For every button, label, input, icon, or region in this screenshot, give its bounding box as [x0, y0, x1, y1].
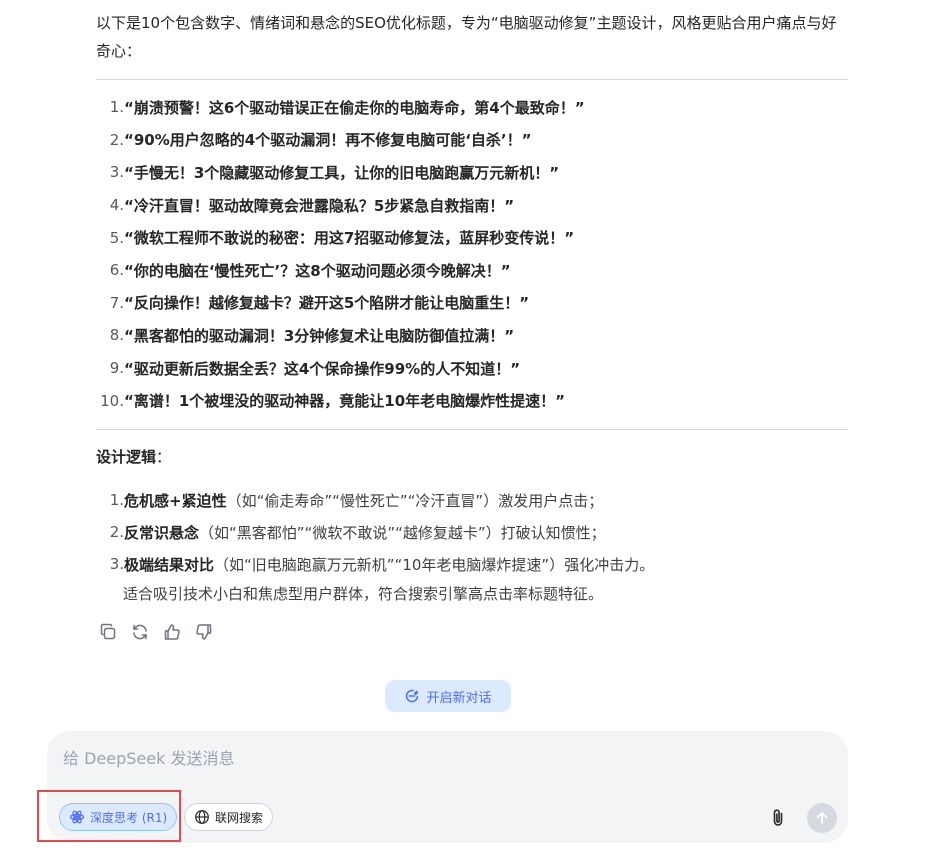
- list-item: 9. “驱动更新后数据全丢？这4个保命操作99%的人不知道！”: [96, 352, 848, 385]
- logic-heading-text: 设计逻辑: [96, 448, 157, 466]
- list-item: 4. “冷汗直冒！驱动故障竟会泄露隐私？5步紧急自救指南！”: [96, 189, 848, 222]
- list-number: 1.: [109, 98, 124, 117]
- logic-heading-colon: ：: [156, 448, 172, 466]
- logic-heading: 设计逻辑：: [96, 446, 171, 467]
- message-actions: [96, 620, 216, 644]
- logic-rest: （如“旧电脑跑赢万元新机”“10年老电脑爆炸提速”）强化冲击力。: [214, 555, 655, 574]
- list-item: 3. 极端结果对比 （如“旧电脑跑赢万元新机”“10年老电脑爆炸提速”）强化冲击力。: [96, 548, 848, 580]
- new-chat-label: 开启新对话: [426, 690, 492, 706]
- new-chat-button[interactable]: 开启新对话: [385, 680, 511, 712]
- list-item: 5. “微软工程师不敢说的秘密：用这7招驱动修复法，蓝屏秒变传说！”: [96, 221, 848, 254]
- footer-disclaimer-cutoff: [0, 846, 927, 852]
- title-text: “崩溃预警！这6个驱动错误正在偷走你的电脑寿命，第4个最致命！”: [124, 98, 585, 117]
- list-number: 5.: [109, 228, 124, 247]
- logic-list: 1. 危机感+紧迫性 （如“偷走寿命”“慢性死亡”“冷汗直冒”）激发用户点击； 2.…: [96, 484, 848, 580]
- paperclip-icon: [773, 809, 783, 826]
- title-text: “90%用户忽略的4个驱动漏洞！再不修复电脑可能‘自杀’！”: [124, 131, 532, 150]
- list-number: 4.: [109, 196, 124, 215]
- list-item: 3. “手慢无！3个隐藏驱动修复工具，让你的旧电脑跑赢万元新机！”: [96, 156, 848, 189]
- title-text: “反向操作！越修复越卡？避开这5个陷阱才能让电脑重生！”: [124, 294, 530, 313]
- title-text: “离谱！1个被埋没的驱动神器，竟能让10年老电脑爆炸性提速！”: [124, 392, 566, 411]
- divider: [96, 79, 848, 80]
- list-number: 1.: [109, 491, 124, 509]
- list-item: 7. “反向操作！越修复越卡？避开这5个陷阱才能让电脑重生！”: [96, 287, 848, 320]
- copy-icon[interactable]: [96, 620, 120, 644]
- message-input[interactable]: [61, 743, 765, 787]
- list-number: 3.: [109, 163, 124, 182]
- web-search-button[interactable]: 联网搜索: [184, 803, 274, 831]
- logic-bold: 极端结果对比: [124, 555, 215, 574]
- list-item: 1. “崩溃预警！这6个驱动错误正在偷走你的电脑寿命，第4个最致命！”: [96, 91, 848, 124]
- regenerate-icon[interactable]: [128, 620, 152, 644]
- new-chat-icon: [406, 689, 419, 703]
- deep-think-label: 深度思考 (R1): [90, 810, 168, 825]
- title-text: “驱动更新后数据全丢？这4个保命操作99%的人不知道！”: [124, 359, 521, 378]
- web-search-label: 联网搜索: [215, 810, 264, 825]
- logic-bold: 反常识悬念: [124, 523, 200, 542]
- list-number: 9.: [109, 359, 124, 378]
- list-number: 8.: [109, 326, 124, 345]
- send-button[interactable]: [807, 803, 837, 833]
- deep-think-button[interactable]: 深度思考 (R1): [59, 803, 178, 831]
- list-number: 6.: [109, 261, 124, 280]
- logic-rest: （如“黑客都怕”“微软不敢说”“越修复越卡”）打破认知惯性；: [199, 523, 606, 542]
- list-item: 8. “黑客都怕的驱动漏洞！3分钟修复术让电脑防御值拉满！”: [96, 319, 848, 352]
- thumbs-down-icon[interactable]: [192, 620, 216, 644]
- title-text: “手慢无！3个隐藏驱动修复工具，让你的旧电脑跑赢万元新机！”: [124, 163, 560, 182]
- message-composer: 深度思考 (R1) 联网搜索: [47, 731, 848, 843]
- list-number: 10.: [100, 391, 124, 410]
- thumbs-up-icon[interactable]: [160, 620, 184, 644]
- logic-summary: 适合吸引技术小白和焦虑型用户群体，符合搜索引擎高点击率标题特征。: [123, 585, 604, 603]
- arrow-up-icon: [816, 812, 828, 824]
- title-text: “微软工程师不敢说的秘密：用这7招驱动修复法，蓝屏秒变传说！”: [124, 229, 575, 248]
- list-item: 10. “离谱！1个被埋没的驱动神器，竟能让10年老电脑爆炸性提速！”: [96, 384, 848, 417]
- title-list: 1. “崩溃预警！这6个驱动错误正在偷走你的电脑寿命，第4个最致命！” 2. “90…: [96, 91, 848, 417]
- list-item: 1. 危机感+紧迫性 （如“偷走寿命”“慢性死亡”“冷汗直冒”）激发用户点击；: [96, 484, 848, 516]
- title-text: “黑客都怕的驱动漏洞！3分钟修复术让电脑防御值拉满！”: [124, 326, 515, 345]
- list-number: 7.: [109, 293, 124, 312]
- title-text: “你的电脑在‘慢性死亡’？这8个驱动问题必须今晚解决！”: [124, 261, 511, 280]
- logic-bold: 危机感+紧迫性: [124, 491, 227, 510]
- divider: [96, 429, 848, 430]
- logic-rest: （如“偷走寿命”“慢性死亡”“冷汗直冒”）激发用户点击；: [226, 491, 604, 510]
- list-item: 2. “90%用户忽略的4个驱动漏洞！再不修复电脑可能‘自杀’！”: [96, 124, 848, 157]
- attach-button[interactable]: [765, 805, 791, 831]
- list-item: 6. “你的电脑在‘慢性死亡’？这8个驱动问题必须今晚解决！”: [96, 254, 848, 287]
- list-number: 2.: [109, 130, 124, 149]
- title-text: “冷汗直冒！驱动故障竟会泄露隐私？5步紧急自救指南！”: [124, 196, 515, 215]
- intro-text: 以下是10个包含数字、情绪词和悬念的SEO优化标题，专为“电脑驱动修复”主题设计…: [96, 14, 837, 60]
- atom-icon: [69, 810, 85, 824]
- list-number: 2.: [109, 523, 124, 541]
- globe-icon: [195, 810, 209, 824]
- list-number: 3.: [109, 555, 124, 573]
- list-item: 2. 反常识悬念 （如“黑客都怕”“微软不敢说”“越修复越卡”）打破认知惯性；: [96, 516, 848, 548]
